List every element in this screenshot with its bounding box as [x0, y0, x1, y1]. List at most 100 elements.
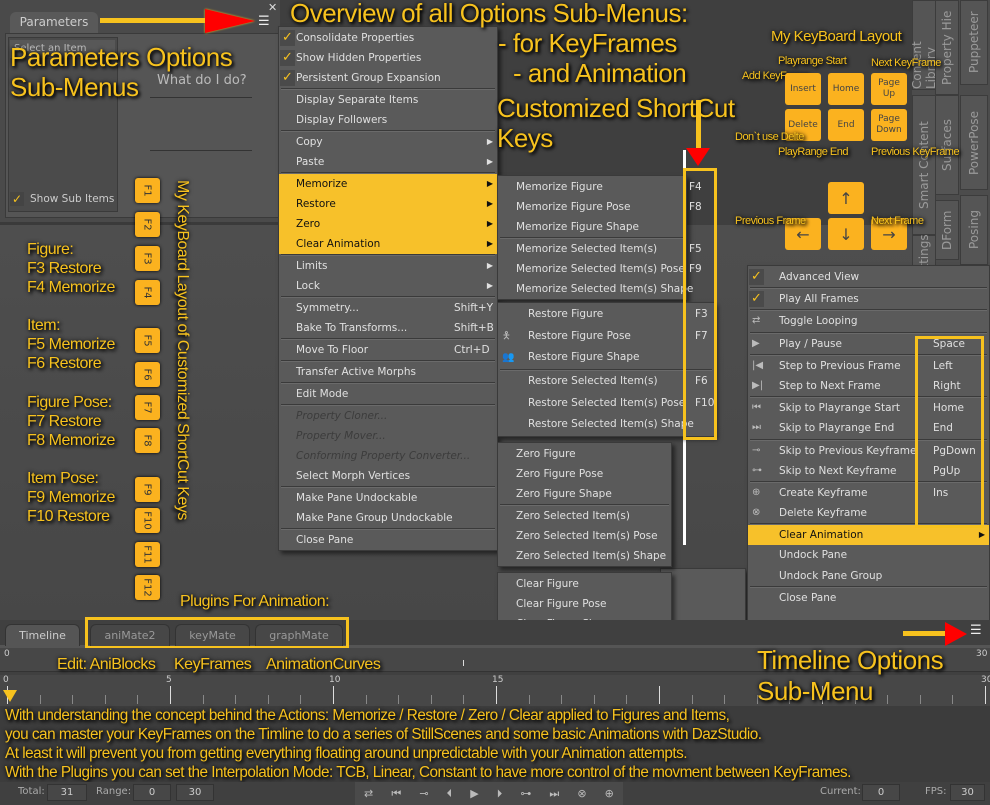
- menu-item-display-separate-items[interactable]: Display Separate Items: [279, 90, 497, 110]
- menu-item-restore-selected-item-s[interactable]: Restore Selected Item(s) F6: [498, 371, 714, 393]
- menu-item-restore-figure-shape[interactable]: 👥 Restore Figure Shape: [498, 347, 714, 369]
- plugins-highlight-box: [85, 617, 349, 649]
- function-key-label: F5: [142, 334, 153, 347]
- menu-item-edit-mode[interactable]: Edit Mode: [279, 384, 497, 404]
- step-back-icon[interactable]: ⏴: [447, 787, 453, 801]
- total-field[interactable]: 31: [47, 784, 87, 801]
- description-line: With the Plugins you can set the Interpo…: [5, 764, 851, 781]
- menu-item-zero-figure[interactable]: Zero Figure: [498, 444, 671, 464]
- menu-item-play-all-frames[interactable]: ✓ Play All Frames: [748, 289, 989, 309]
- function-key-f3: F3: [135, 246, 160, 271]
- right-tab-powerpose[interactable]: PowerPose: [960, 95, 988, 190]
- ruler-tick: [202, 695, 204, 704]
- loop-icon[interactable]: ⇄: [364, 787, 373, 800]
- menu-item-close-pane[interactable]: Close Pane: [748, 588, 989, 608]
- menu-item-restore-figure[interactable]: Restore Figure F3: [498, 304, 714, 326]
- current-field[interactable]: 0: [862, 784, 900, 801]
- timeline-options-icon[interactable]: ☰: [970, 623, 982, 638]
- menu-item-label: Consolidate Properties: [296, 32, 415, 44]
- menu-item-move-to-floor[interactable]: Move To Floor Ctrl+D: [279, 340, 497, 360]
- fps-field[interactable]: 30: [950, 784, 985, 801]
- menu-item-zero-selected-item-s[interactable]: Zero Selected Item(s): [498, 506, 671, 526]
- plugins-label: Plugins For Animation:: [180, 593, 330, 610]
- menu-item-memorize-selected-item-s-pose[interactable]: Memorize Selected Item(s) Pose F9: [498, 259, 702, 279]
- menu-item-label: Display Separate Items: [296, 94, 419, 106]
- menu-item-zero-figure-shape[interactable]: Zero Figure Shape: [498, 484, 671, 504]
- menu-item-clear-figure-pose[interactable]: Clear Figure Pose: [498, 594, 671, 614]
- menu-item-toggle-looping[interactable]: ⇄ Toggle Looping: [748, 311, 989, 331]
- menu-item-zero-selected-item-s-shape[interactable]: Zero Selected Item(s) Shape: [498, 546, 671, 566]
- menu-item-zero[interactable]: Zero ▶: [279, 214, 497, 234]
- menu-item-show-hidden-properties[interactable]: ✓ Show Hidden Properties: [279, 48, 497, 68]
- menu-item-paste[interactable]: Paste ▶: [279, 152, 497, 172]
- menu-item-transfer-active-morphs[interactable]: Transfer Active Morphs: [279, 362, 497, 382]
- prev-key-icon[interactable]: ⊸: [419, 787, 428, 800]
- menu-item-property-mover[interactable]: Property Mover...: [279, 426, 497, 446]
- next-key-icon[interactable]: ⊶: [520, 787, 531, 800]
- menu-item-make-pane-group-undockable[interactable]: Make Pane Group Undockable: [279, 508, 497, 528]
- shortcut-note: Figure:: [27, 241, 74, 258]
- right-tab-posing[interactable]: Posing: [960, 195, 988, 265]
- right-tab-dform[interactable]: DForm: [935, 200, 959, 260]
- menu-item-memorize[interactable]: Memorize ▶: [279, 174, 497, 194]
- playhead-marker[interactable]: [3, 690, 17, 702]
- right-tab-property-hie[interactable]: Property Hie: [935, 0, 959, 95]
- menu-item-lock[interactable]: Lock ▶: [279, 276, 497, 296]
- menu-item-conforming-property-converter[interactable]: Conforming Property Converter...: [279, 446, 497, 466]
- menu-item-restore-selected-item-s-shape[interactable]: Restore Selected Item(s) Shape: [498, 414, 714, 436]
- menu-item-clear-figure[interactable]: Clear Figure: [498, 574, 671, 594]
- menu-item-undock-pane[interactable]: Undock Pane: [748, 545, 989, 565]
- function-key-label: F10: [141, 511, 153, 530]
- create-key-icon[interactable]: ⊕: [605, 787, 614, 800]
- menu-item-clear-animation[interactable]: Clear Animation ▶: [748, 525, 989, 546]
- options-menu-icon[interactable]: ☰: [258, 13, 278, 31]
- skip-start-icon[interactable]: ⏮: [391, 787, 401, 801]
- submenu-arrow-icon: ▶: [486, 239, 493, 248]
- menu-item-make-pane-undockable[interactable]: Make Pane Undockable: [279, 488, 497, 508]
- show-sub-items-checkbox[interactable]: ✓: [10, 192, 24, 206]
- menu-item-clear-animation[interactable]: Clear Animation ▶: [279, 234, 497, 254]
- menu-item-close-pane[interactable]: Close Pane: [279, 530, 497, 550]
- menu-item-symmetry[interactable]: Symmetry... Shift+Y: [279, 298, 497, 318]
- shortcut-note: Figure Pose:: [27, 394, 112, 411]
- menu-item-advanced-view[interactable]: ✓ Advanced View: [748, 267, 989, 287]
- menu-item-label: Memorize Selected Item(s) Pose: [516, 263, 685, 275]
- step-forward-icon[interactable]: ⏵: [497, 787, 503, 801]
- ruler-label: 15: [492, 675, 504, 685]
- menu-item-memorize-selected-item-s-shape[interactable]: Memorize Selected Item(s) Shape: [498, 279, 693, 299]
- menu-item-copy[interactable]: Copy ▶: [279, 132, 497, 152]
- menu-item-label: Make Pane Undockable: [296, 492, 418, 504]
- delete-key-icon[interactable]: ⊗: [577, 787, 586, 800]
- menu-item-zero-selected-item-s-pose[interactable]: Zero Selected Item(s) Pose: [498, 526, 671, 546]
- range-bar-tick: [463, 660, 464, 666]
- menu-item-limits[interactable]: Limits ▶: [279, 256, 497, 276]
- menu-item-zero-figure-pose[interactable]: Zero Figure Pose: [498, 464, 671, 484]
- parameters-tab[interactable]: Parameters: [10, 12, 98, 33]
- menu-item-restore-selected-item-s-pose[interactable]: Restore Selected Item(s) Pose F10: [498, 393, 714, 415]
- menu-item-persistent-group-expansion[interactable]: ✓ Persistent Group Expansion: [279, 68, 497, 88]
- right-tab-content-library[interactable]: Content Library: [910, 0, 938, 90]
- menu-item-consolidate-properties[interactable]: ✓ Consolidate Properties: [279, 28, 497, 48]
- menu-item-restore-figure-pose[interactable]: 🯅 Restore Figure Pose F7: [498, 326, 714, 348]
- key-end: End: [828, 109, 864, 141]
- menu-item-memorize-figure[interactable]: Memorize Figure F4: [498, 177, 702, 197]
- fps-label: FPS:: [925, 786, 947, 797]
- menu-item-property-cloner[interactable]: Property Cloner...: [279, 406, 497, 426]
- menu-item-select-morph-vertices[interactable]: Select Morph Vertices: [279, 466, 497, 486]
- menu-item-memorize-figure-pose[interactable]: Memorize Figure Pose F8: [498, 197, 702, 217]
- range-start-field[interactable]: 0: [133, 784, 171, 801]
- menu-item-display-followers[interactable]: Display Followers: [279, 110, 497, 130]
- menu-item-memorize-figure-shape[interactable]: Memorize Figure Shape: [498, 217, 686, 237]
- skip-end-icon[interactable]: ⏭: [549, 787, 559, 801]
- menu-item-label: Clear Animation: [296, 238, 381, 250]
- submenu-arrow-icon: ▶: [486, 179, 493, 188]
- menu-item-restore[interactable]: Restore ▶: [279, 194, 497, 214]
- menu-item-memorize-selected-item-s[interactable]: Memorize Selected Item(s) F5: [498, 239, 702, 259]
- menu-item-bake-to-transforms[interactable]: Bake To Transforms... Shift+B: [279, 318, 497, 338]
- range-end-field[interactable]: 30: [176, 784, 214, 801]
- figure-pose-icon: 🯅: [502, 330, 511, 342]
- right-tab-puppeteer[interactable]: Puppeteer: [960, 0, 988, 85]
- tab-timeline[interactable]: Timeline: [5, 624, 80, 646]
- play-icon[interactable]: ▶: [470, 787, 478, 800]
- menu-item-undock-pane-group[interactable]: Undock Pane Group: [748, 566, 989, 586]
